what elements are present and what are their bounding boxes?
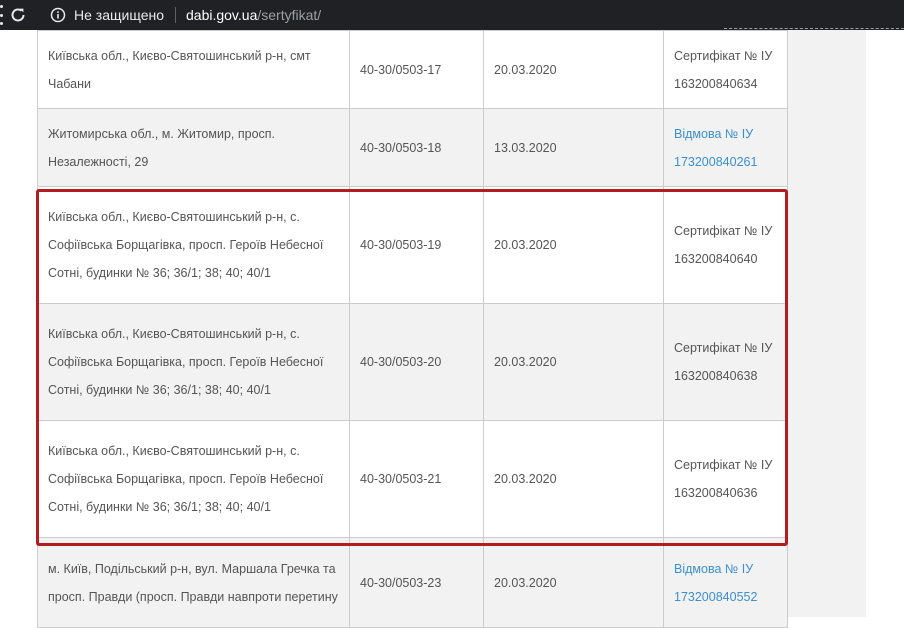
- omnibox-divider: [175, 6, 176, 23]
- number-cell: 40-30/0503-21: [349, 420, 484, 538]
- document-cell: Сертифікат № ІУ 163200840636: [663, 420, 788, 538]
- date-cell: 20.03.2020: [483, 186, 664, 304]
- number-cell: 40-30/0503-17: [349, 30, 484, 109]
- date-cell: 20.03.2020: [483, 537, 664, 628]
- refusal-link[interactable]: Відмова № ІУ 173200840552: [674, 562, 757, 604]
- content-sidebar-gutter: [786, 30, 866, 617]
- date-cell: 20.03.2020: [483, 30, 664, 109]
- address-cell: м. Київ, Подільський р-н, вул. Маршала Г…: [37, 537, 350, 628]
- url-path: /sertyfikat/: [257, 6, 322, 23]
- table-row: Київська обл., Києво-Святошинський р-н, …: [37, 30, 788, 109]
- toolbar-dashed-line: [724, 28, 904, 29]
- number-cell: 40-30/0503-19: [349, 186, 484, 304]
- certificates-table: Київська обл., Києво-Святошинський р-н, …: [37, 30, 788, 628]
- url-text[interactable]: dabi.gov.ua/sertyfikat/: [186, 7, 321, 23]
- document-cell: Сертифікат № ІУ 163200840634: [663, 30, 788, 109]
- address-bar[interactable]: Не защищено dabi.gov.ua/sertyfikat/: [40, 2, 904, 27]
- reload-icon: [11, 8, 25, 22]
- document-cell: Відмова № ІУ 173200840261: [663, 108, 788, 187]
- document-cell: Відмова № ІУ 173200840552: [663, 537, 788, 628]
- address-cell: Київська обл., Києво-Святошинський р-н, …: [37, 30, 350, 109]
- page-scroll-area[interactable]: [866, 30, 904, 617]
- address-cell: Житомирська обл., м. Житомир, просп. Нез…: [37, 108, 350, 187]
- table-row: Житомирська обл., м. Житомир, просп. Нез…: [37, 108, 788, 187]
- security-status[interactable]: Не защищено: [74, 7, 164, 23]
- number-cell: 40-30/0503-18: [349, 108, 484, 187]
- number-cell: 40-30/0503-20: [349, 303, 484, 421]
- browser-toolbar: Не защищено dabi.gov.ua/sertyfikat/: [0, 0, 904, 30]
- document-cell: Сертифікат № ІУ 163200840640: [663, 186, 788, 304]
- address-cell: Київська обл., Києво-Святошинський р-н, …: [37, 186, 350, 304]
- table-row: м. Київ, Подільський р-н, вул. Маршала Г…: [37, 537, 788, 628]
- url-host: dabi.gov.ua: [186, 6, 258, 23]
- address-cell: Київська обл., Києво-Святошинський р-н, …: [37, 420, 350, 538]
- info-icon[interactable]: [50, 7, 66, 23]
- address-cell: Київська обл., Києво-Святошинський р-н, …: [37, 303, 350, 421]
- date-cell: 13.03.2020: [483, 108, 664, 187]
- reload-button[interactable]: [4, 2, 32, 28]
- date-cell: 20.03.2020: [483, 303, 664, 421]
- document-cell: Сертифікат № ІУ 163200840638: [663, 303, 788, 421]
- refusal-link[interactable]: Відмова № ІУ 173200840261: [674, 127, 757, 169]
- table-row: Київська обл., Києво-Святошинський р-н, …: [37, 420, 788, 538]
- table-row: Київська обл., Києво-Святошинський р-н, …: [37, 303, 788, 421]
- date-cell: 20.03.2020: [483, 420, 664, 538]
- table-row: Київська обл., Києво-Святошинський р-н, …: [37, 186, 788, 304]
- number-cell: 40-30/0503-23: [349, 537, 484, 628]
